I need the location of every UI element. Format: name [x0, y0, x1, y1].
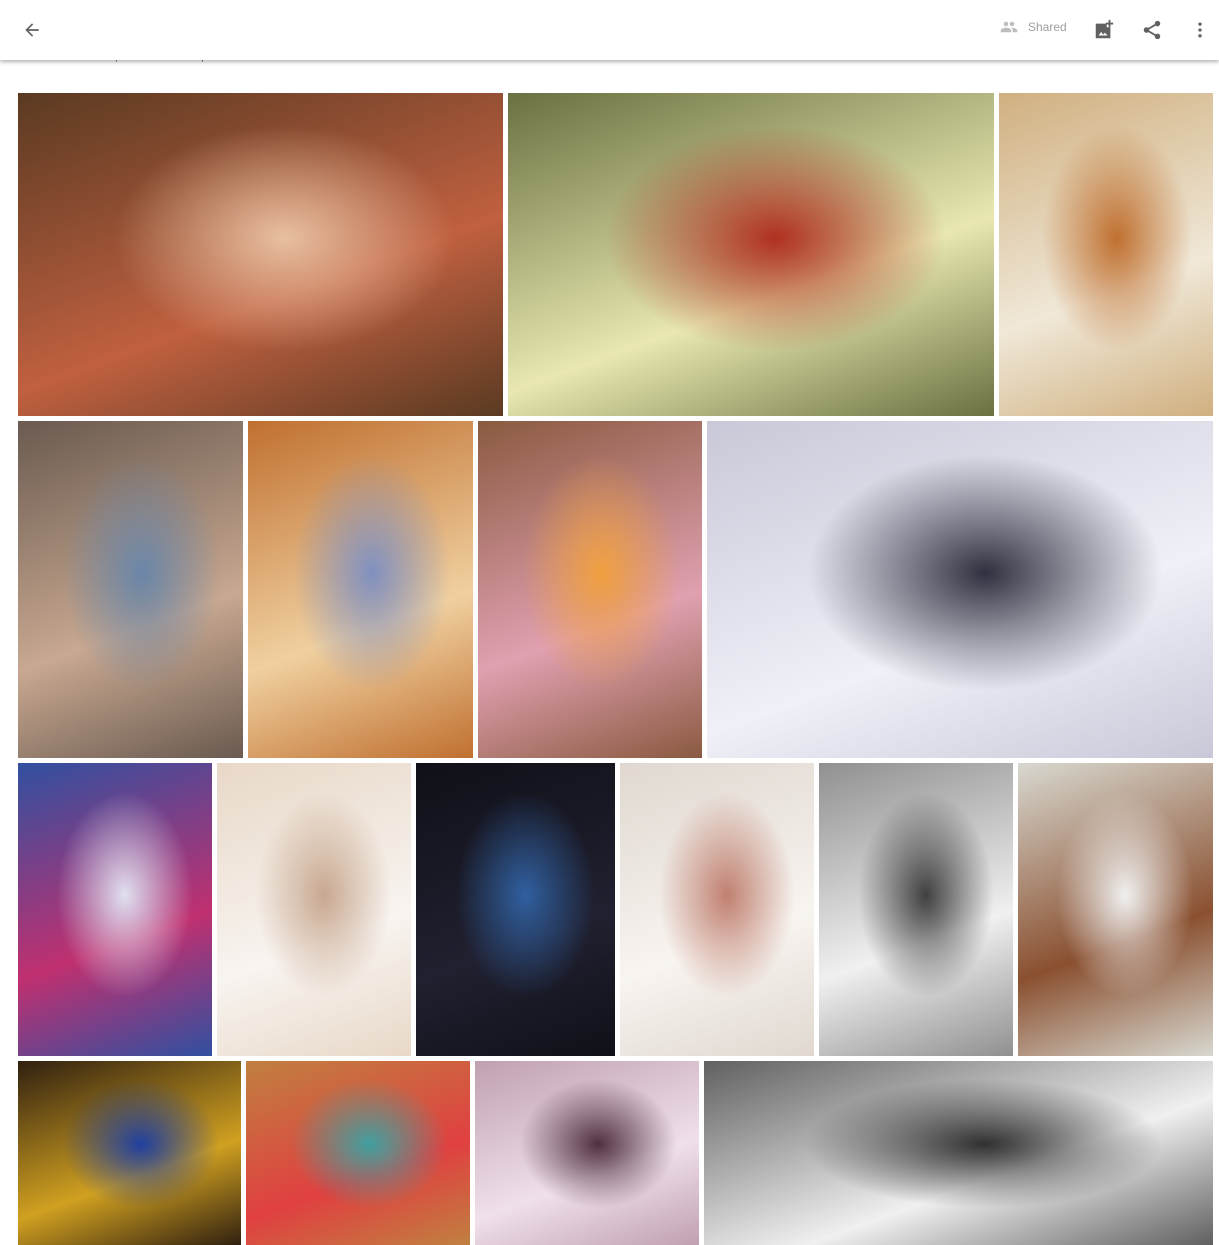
arrow-left-icon [25, 23, 39, 37]
photo-thumbnail[interactable] [704, 1061, 1213, 1245]
add-photo-icon [1095, 19, 1114, 39]
photo-thumbnail[interactable] [416, 763, 615, 1056]
photo-thumbnail[interactable] [246, 1061, 470, 1245]
shared-label: Shared [1028, 20, 1067, 34]
photo-thumbnail[interactable] [508, 93, 994, 416]
share-button[interactable] [1134, 12, 1170, 48]
photo-thumbnail[interactable] [620, 763, 814, 1056]
photo-thumbnail[interactable] [248, 421, 473, 758]
top-app-bar: Shared [0, 0, 1219, 60]
people-icon [1000, 21, 1018, 33]
more-vert-icon [1198, 22, 1202, 38]
more-options-button[interactable] [1182, 12, 1218, 48]
photo-thumbnail[interactable] [18, 421, 243, 758]
photo-thumbnail[interactable] [999, 93, 1213, 416]
photo-thumbnail[interactable] [18, 93, 503, 416]
share-icon [1143, 20, 1161, 40]
photo-thumbnail[interactable] [478, 421, 702, 758]
photo-thumbnail[interactable] [18, 763, 212, 1056]
photo-thumbnail[interactable] [707, 421, 1213, 758]
photo-thumbnail[interactable] [1018, 763, 1213, 1056]
add-photos-button[interactable] [1086, 12, 1122, 48]
photo-thumbnail[interactable] [217, 763, 411, 1056]
back-button[interactable] [14, 12, 50, 48]
photo-thumbnail[interactable] [819, 763, 1013, 1056]
photo-thumbnail[interactable] [475, 1061, 699, 1245]
shared-indicator[interactable]: Shared [1000, 18, 1067, 36]
photo-thumbnail[interactable] [18, 1061, 241, 1245]
